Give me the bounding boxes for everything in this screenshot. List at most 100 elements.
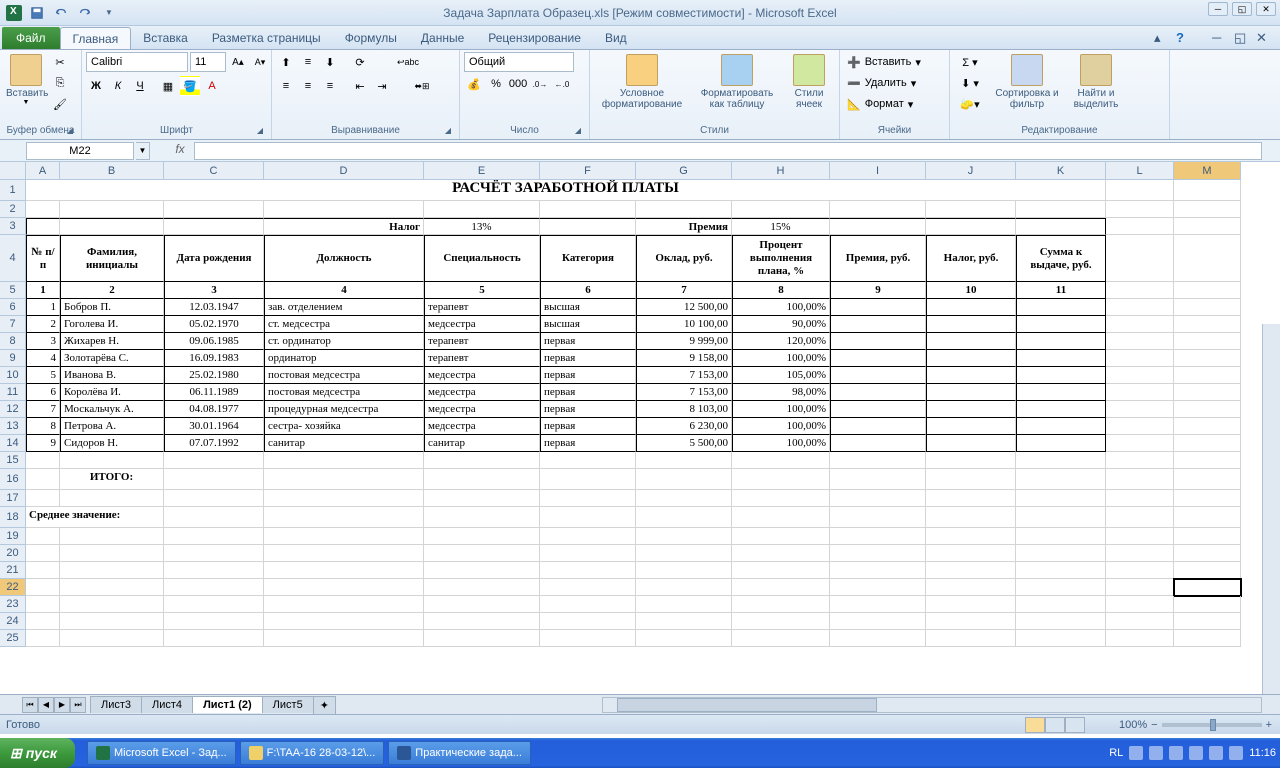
fx-icon[interactable]: fx <box>170 142 190 160</box>
name-box-dropdown-icon[interactable]: ▼ <box>136 142 150 160</box>
format-as-table-button[interactable]: Форматировать как таблицу <box>692 52 782 112</box>
cell[interactable] <box>1174 180 1241 201</box>
cell[interactable] <box>164 507 264 528</box>
cell[interactable] <box>540 545 636 562</box>
italic-button[interactable]: К <box>108 76 128 96</box>
cell[interactable]: Москальчук А. <box>60 401 164 418</box>
cell[interactable] <box>540 528 636 545</box>
column-header[interactable]: L <box>1106 162 1174 180</box>
cell[interactable]: Гоголева И. <box>60 316 164 333</box>
cell[interactable] <box>26 201 60 218</box>
cell[interactable]: 8 <box>732 282 830 299</box>
cell[interactable] <box>26 490 60 507</box>
cell[interactable]: Сидоров Н. <box>60 435 164 452</box>
cell[interactable]: Оклад, руб. <box>636 235 732 282</box>
cell[interactable] <box>540 613 636 630</box>
paste-button[interactable]: Вставить▼ <box>4 52 48 108</box>
cell[interactable] <box>26 596 60 613</box>
sort-filter-button[interactable]: Сортировка и фильтр <box>992 52 1062 112</box>
cell[interactable] <box>926 452 1016 469</box>
cell[interactable] <box>424 469 540 490</box>
cell[interactable] <box>264 201 424 218</box>
wrap-text-icon[interactable]: ↩abc <box>380 52 436 72</box>
cell[interactable]: 5 <box>26 367 60 384</box>
grow-font-icon[interactable]: A▴ <box>228 52 248 72</box>
cell[interactable]: ИТОГО: <box>60 469 164 490</box>
cell[interactable] <box>636 452 732 469</box>
cell[interactable]: 12 500,00 <box>636 299 732 316</box>
column-header[interactable]: F <box>540 162 636 180</box>
cell[interactable]: зав. отделением <box>264 299 424 316</box>
cell[interactable] <box>636 545 732 562</box>
tray-icon[interactable] <box>1169 746 1183 760</box>
cell[interactable] <box>1016 350 1106 367</box>
cell[interactable] <box>1106 316 1174 333</box>
cell[interactable]: первая <box>540 367 636 384</box>
cell[interactable] <box>540 630 636 647</box>
cell[interactable]: Должность <box>264 235 424 282</box>
cell[interactable] <box>732 528 830 545</box>
cell[interactable]: 2 <box>60 282 164 299</box>
language-indicator[interactable]: RL <box>1109 747 1123 759</box>
cell[interactable]: медсестра <box>424 418 540 435</box>
cells-area[interactable]: РАСЧЁТ ЗАРАБОТНОЙ ПЛАТЫНалог13%Премия15%… <box>26 180 1241 647</box>
cell[interactable] <box>830 596 926 613</box>
cell[interactable] <box>1174 528 1241 545</box>
cell[interactable] <box>1016 401 1106 418</box>
fill-color-icon[interactable]: 🪣 <box>180 76 200 96</box>
cell[interactable] <box>830 490 926 507</box>
cell[interactable]: Бобров П. <box>60 299 164 316</box>
taskbar-item[interactable]: Microsoft Excel - Зад... <box>87 741 236 765</box>
cell[interactable] <box>1106 201 1174 218</box>
cell[interactable] <box>830 299 926 316</box>
cell[interactable]: 4 <box>26 350 60 367</box>
cell[interactable]: 16.09.1983 <box>164 350 264 367</box>
cell[interactable]: санитар <box>424 435 540 452</box>
cell[interactable] <box>1016 545 1106 562</box>
horizontal-scrollbar[interactable] <box>602 697 1262 713</box>
cell[interactable] <box>264 596 424 613</box>
cell[interactable]: постовая медсестра <box>264 367 424 384</box>
cell[interactable] <box>1174 282 1241 299</box>
cell[interactable] <box>636 490 732 507</box>
cell[interactable] <box>1174 367 1241 384</box>
cell[interactable] <box>1016 507 1106 528</box>
cell[interactable] <box>926 562 1016 579</box>
cell[interactable]: терапевт <box>424 299 540 316</box>
cell[interactable] <box>1106 282 1174 299</box>
row-header[interactable]: 6 <box>0 299 26 316</box>
cell[interactable]: 90,00% <box>732 316 830 333</box>
cell[interactable]: 30.01.1964 <box>164 418 264 435</box>
cell[interactable] <box>1106 507 1174 528</box>
row-header[interactable]: 4 <box>0 235 26 282</box>
redo-icon[interactable] <box>76 4 94 22</box>
row-header[interactable]: 20 <box>0 545 26 562</box>
doc-minimize-icon[interactable]: ─ <box>1212 30 1228 46</box>
cell[interactable] <box>540 469 636 490</box>
orientation-icon[interactable]: ⟳ <box>350 52 370 72</box>
cell[interactable] <box>1106 579 1174 596</box>
column-header[interactable]: G <box>636 162 732 180</box>
cell[interactable] <box>1174 316 1241 333</box>
cell[interactable]: 12.03.1947 <box>164 299 264 316</box>
row-header[interactable]: 3 <box>0 218 26 235</box>
shrink-font-icon[interactable]: A▾ <box>250 52 270 72</box>
cell[interactable] <box>1016 418 1106 435</box>
launcher-icon[interactable]: ◢ <box>573 126 583 136</box>
cell[interactable] <box>164 452 264 469</box>
column-header[interactable]: A <box>26 162 60 180</box>
cell[interactable] <box>830 507 926 528</box>
cell[interactable] <box>1106 545 1174 562</box>
find-select-button[interactable]: Найти и выделить <box>1064 52 1128 112</box>
merge-icon[interactable]: ⬌⊞ <box>394 76 450 96</box>
column-header[interactable]: E <box>424 162 540 180</box>
autosum-icon[interactable]: Σ ▾ <box>954 52 986 72</box>
indent-dec-icon[interactable]: ⇤ <box>350 76 370 96</box>
cell[interactable] <box>1174 350 1241 367</box>
cell[interactable] <box>1016 596 1106 613</box>
cell[interactable] <box>926 507 1016 528</box>
cell[interactable]: 100,00% <box>732 350 830 367</box>
cell[interactable] <box>830 384 926 401</box>
row-header[interactable]: 13 <box>0 418 26 435</box>
comma-icon[interactable]: 000 <box>508 74 528 94</box>
